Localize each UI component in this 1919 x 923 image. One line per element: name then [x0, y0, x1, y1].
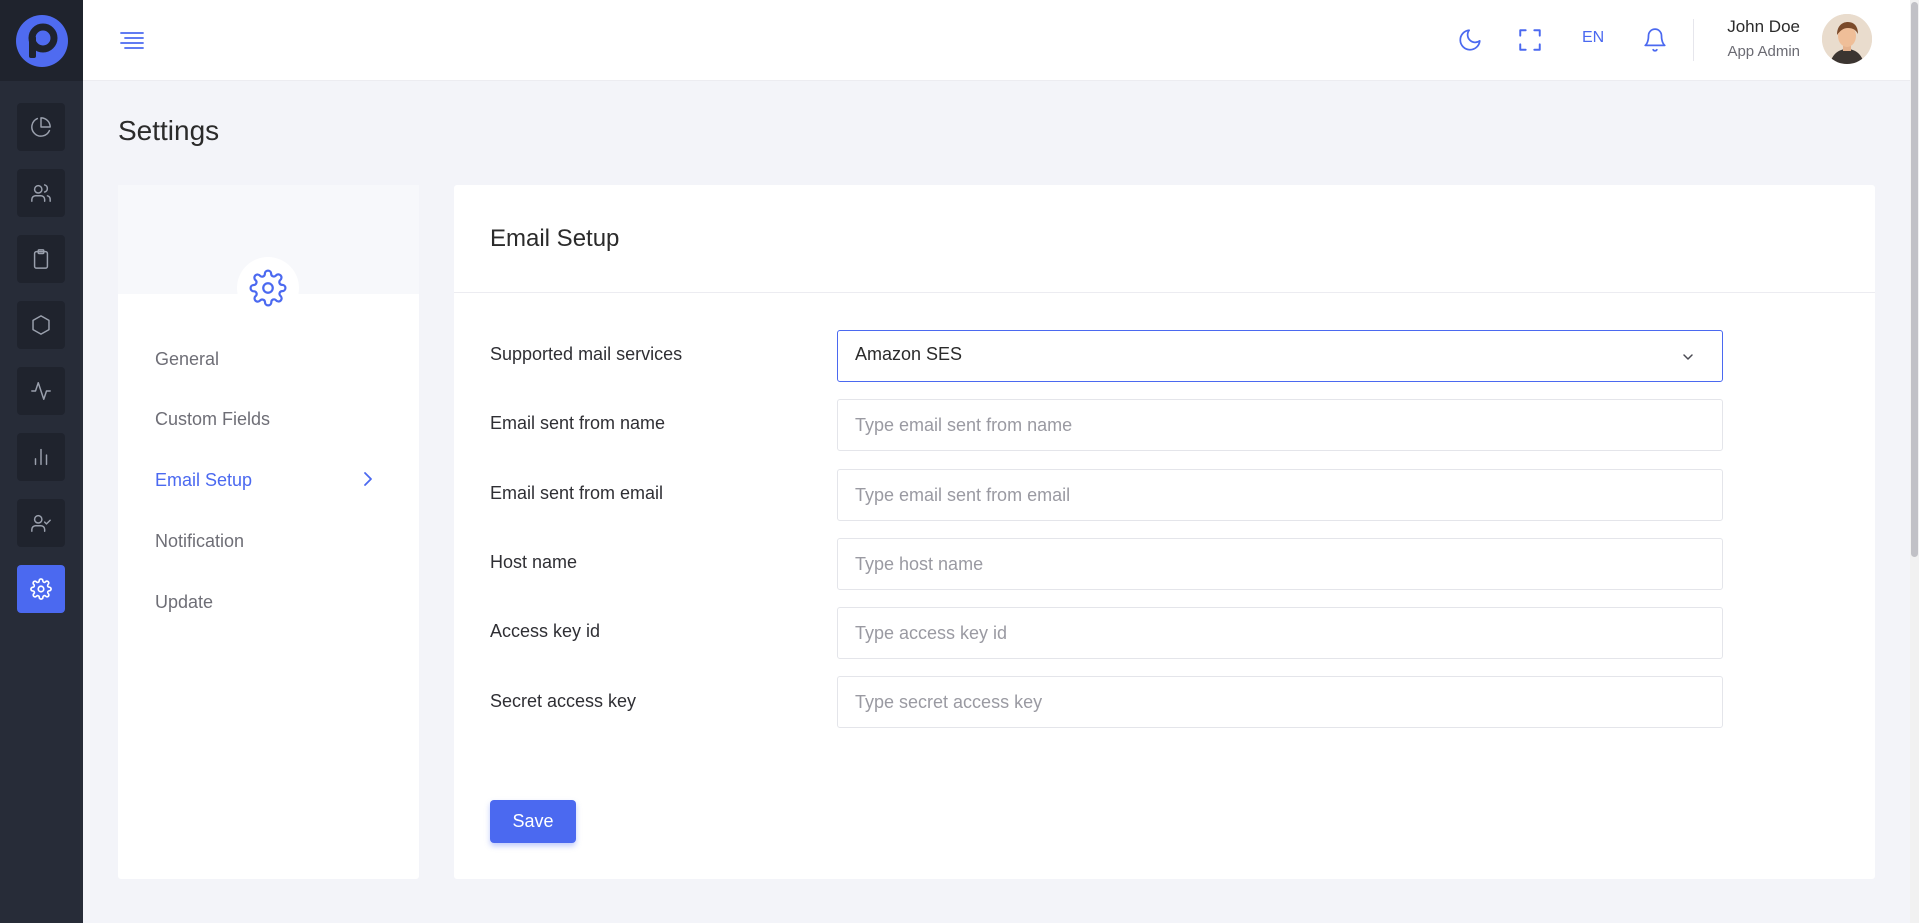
activity-icon [31, 382, 51, 400]
avatar[interactable] [1822, 14, 1872, 64]
user-role: App Admin [1727, 43, 1800, 60]
access-key-id-label: Access key id [490, 621, 601, 641]
sidebar-item-dashboard[interactable] [17, 103, 65, 151]
settings-nav-card: General Custom Fields Email Setup Notifi… [118, 185, 419, 879]
user-check-icon [31, 514, 51, 532]
users-icon [31, 184, 51, 202]
from-name-label: Email sent from name [490, 413, 666, 433]
sidebar-item-reports[interactable] [17, 433, 65, 481]
from-name-field [837, 399, 1723, 451]
settings-nav-update[interactable]: Update [155, 592, 213, 613]
access-key-id-field [837, 607, 1723, 659]
chevron-down-icon [1683, 354, 1693, 360]
mail-service-select[interactable]: Amazon SES [837, 330, 1723, 382]
from-email-label: Email sent from email [490, 483, 664, 503]
page-scrollbar-thumb[interactable] [1911, 2, 1918, 557]
secret-access-key-input[interactable] [838, 677, 1722, 727]
settings-icon [30, 578, 52, 600]
gear-icon [249, 269, 287, 307]
sidebar-item-activity[interactable] [17, 367, 65, 415]
settings-nav-custom-fields[interactable]: Custom Fields [155, 409, 270, 430]
sidebar-item-products[interactable] [17, 301, 65, 349]
menu-toggle-button[interactable] [119, 28, 145, 52]
pie-chart-icon [31, 117, 51, 137]
mail-service-value: Amazon SES [855, 344, 963, 364]
settings-nav-notification[interactable]: Notification [155, 531, 244, 552]
logo-icon [15, 14, 68, 67]
settings-nav-email-setup[interactable]: Email Setup [155, 470, 252, 491]
host-name-input[interactable] [838, 539, 1722, 589]
host-name-field [837, 538, 1723, 590]
sidebar-item-users[interactable] [17, 169, 65, 217]
page-title: Settings [118, 115, 220, 146]
fullscreen-icon [1519, 29, 1541, 51]
secret-access-key-field [837, 676, 1723, 728]
fullscreen-button[interactable] [1514, 24, 1546, 56]
host-name-label: Host name [490, 552, 578, 572]
from-name-input[interactable] [838, 400, 1722, 450]
notifications-button[interactable] [1639, 24, 1671, 56]
clipboard-icon [33, 249, 49, 269]
from-email-field [837, 469, 1723, 521]
sidebar-item-user-access[interactable] [17, 499, 65, 547]
card-divider [454, 292, 1875, 293]
sidebar-item-settings[interactable] [17, 565, 65, 613]
top-header: EN John Doe App Admin [83, 0, 1919, 81]
menu-icon [120, 32, 144, 49]
language-selector[interactable]: EN [1582, 29, 1604, 47]
secret-access-key-label: Secret access key [490, 691, 637, 711]
card-title: Email Setup [490, 225, 620, 252]
left-sidebar [0, 0, 83, 923]
sidebar-item-clipboard[interactable] [17, 235, 65, 283]
save-button[interactable]: Save [490, 800, 576, 843]
access-key-id-input[interactable] [838, 608, 1722, 658]
dark-mode-toggle[interactable] [1454, 24, 1486, 56]
header-divider [1693, 19, 1694, 61]
bar-chart-icon [34, 448, 48, 466]
hexagon-icon [32, 315, 50, 335]
chevron-right-icon [360, 470, 376, 488]
user-name: John Doe [1727, 17, 1800, 36]
settings-gear-badge [237, 257, 299, 319]
from-email-input[interactable] [838, 470, 1722, 520]
settings-nav-general[interactable]: General [155, 349, 219, 370]
moon-icon [1459, 29, 1481, 51]
bell-icon [1644, 28, 1666, 52]
mail-service-label: Supported mail services [490, 344, 683, 364]
email-setup-card: Email Setup Supported mail services Amaz… [454, 185, 1875, 879]
app-logo[interactable] [0, 0, 83, 81]
